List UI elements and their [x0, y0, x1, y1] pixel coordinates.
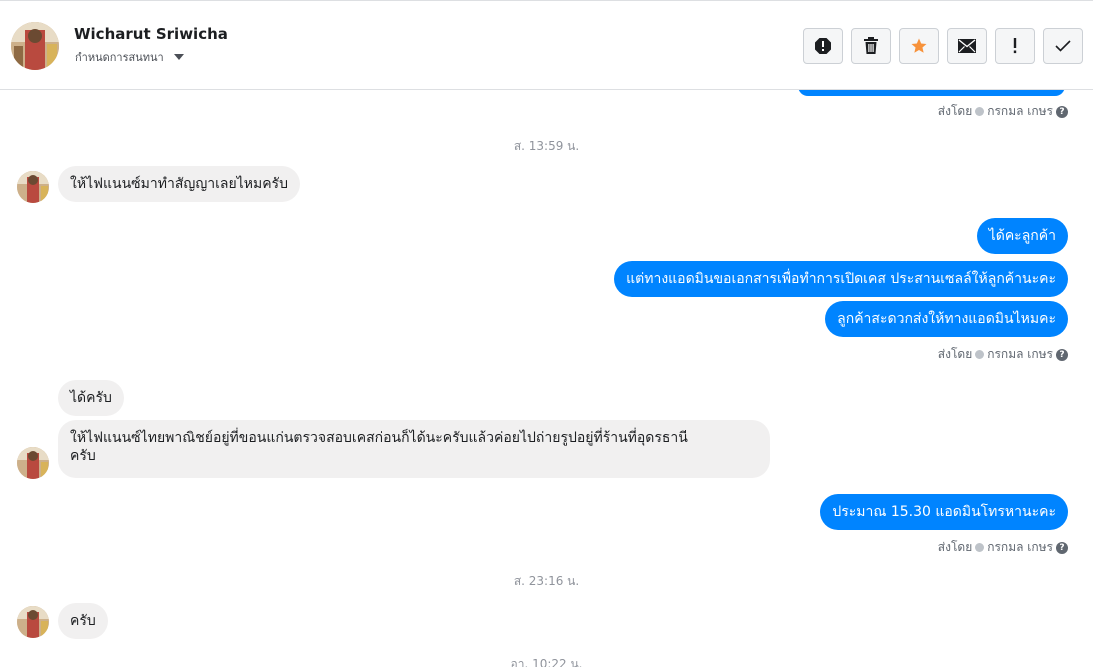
help-icon[interactable]: ?	[1056, 541, 1068, 554]
sent-by-label: ส่งโดย	[937, 540, 973, 554]
contact-avatar-small[interactable]	[17, 171, 49, 203]
conversation-options-label: กำหนดการสนทนา	[75, 51, 164, 64]
sent-by-label: ส่งโดย	[937, 347, 973, 361]
sent-by-name[interactable]: กรกมล เกษร	[987, 345, 1053, 364]
message-line: ครับ	[70, 448, 96, 464]
star-button[interactable]	[899, 28, 939, 64]
contact-avatar-small[interactable]	[17, 606, 49, 638]
contact-avatar-small[interactable]	[17, 447, 49, 479]
message-bubble-incoming[interactable]: ได้ครับ	[58, 380, 124, 416]
contact-name[interactable]: Wicharut Sriwicha	[74, 25, 228, 43]
conversation-header: Wicharut Sriwicha กำหนดการสนทนา	[0, 0, 1093, 90]
message-bubble-outgoing[interactable]: ประมาณ 15.30 แอดมินโทรหานะคะ	[820, 494, 1068, 530]
header-actions	[803, 28, 1083, 64]
delete-button[interactable]	[851, 28, 891, 64]
sent-by-info: ส่งโดย กรกมล เกษร ?	[938, 538, 1068, 557]
star-icon	[911, 38, 927, 53]
message-bubble-outgoing[interactable]: ลูกค้าสะดวกส่งให้ทางแอดมินไหมคะ	[825, 301, 1068, 337]
verified-dot-icon	[975, 350, 985, 359]
mark-important-button[interactable]	[995, 28, 1035, 64]
mark-unread-button[interactable]	[947, 28, 987, 64]
help-icon[interactable]: ?	[1056, 348, 1068, 361]
caret-down-icon	[173, 54, 184, 60]
message-bubble-outgoing-partial[interactable]	[798, 90, 1065, 96]
contact-avatar[interactable]	[11, 22, 59, 70]
mark-spam-button[interactable]	[803, 28, 843, 64]
trash-icon	[864, 37, 878, 54]
verified-dot-icon	[975, 107, 985, 116]
help-icon[interactable]: ?	[1056, 105, 1068, 118]
verified-dot-icon	[975, 543, 985, 552]
timestamp: อา. 10:22 น.	[510, 657, 583, 667]
sent-by-info: ส่งโดย กรกมล เกษร ?	[938, 102, 1068, 121]
message-bubble-outgoing[interactable]: ได้คะลูกค้า	[976, 218, 1068, 254]
message-bubble-incoming-multiline[interactable]: ให้ไฟแนนซ์ไทยพาณิชย์อยู่ที่ขอนแก่นตรวจสอ…	[58, 420, 770, 478]
mark-done-button[interactable]	[1043, 28, 1083, 64]
check-icon	[1055, 40, 1071, 52]
timestamp: ส. 13:59 น.	[513, 139, 580, 153]
sent-by-info: ส่งโดย กรกมล เกษร ?	[938, 345, 1068, 364]
sent-by-name[interactable]: กรกมล เกษร	[987, 538, 1053, 557]
exclamation-icon	[1013, 38, 1017, 54]
conversation-options[interactable]: กำหนดการสนทนา	[75, 48, 184, 66]
sent-by-label: ส่งโดย	[937, 104, 973, 118]
sent-by-name[interactable]: กรกมล เกษร	[987, 102, 1053, 121]
message-line: ให้ไฟแนนซ์ไทยพาณิชย์อยู่ที่ขอนแก่นตรวจสอ…	[70, 430, 688, 446]
message-bubble-incoming[interactable]: ครับ	[58, 603, 108, 639]
message-bubble-incoming[interactable]: ให้ไฟแนนซ์มาทำสัญญาเลยไหมครับ	[58, 166, 300, 202]
timestamp: ส. 23:16 น.	[513, 574, 580, 588]
mail-icon	[958, 39, 976, 53]
message-bubble-outgoing[interactable]: แต่ทางแอดมินขอเอกสารเพื่อทำการเปิดเคส ปร…	[614, 261, 1068, 297]
spam-icon	[815, 38, 831, 54]
message-thread[interactable]: ส่งโดย กรกมล เกษร ? ส. 13:59 น. ให้ไฟแนน…	[0, 90, 1093, 667]
